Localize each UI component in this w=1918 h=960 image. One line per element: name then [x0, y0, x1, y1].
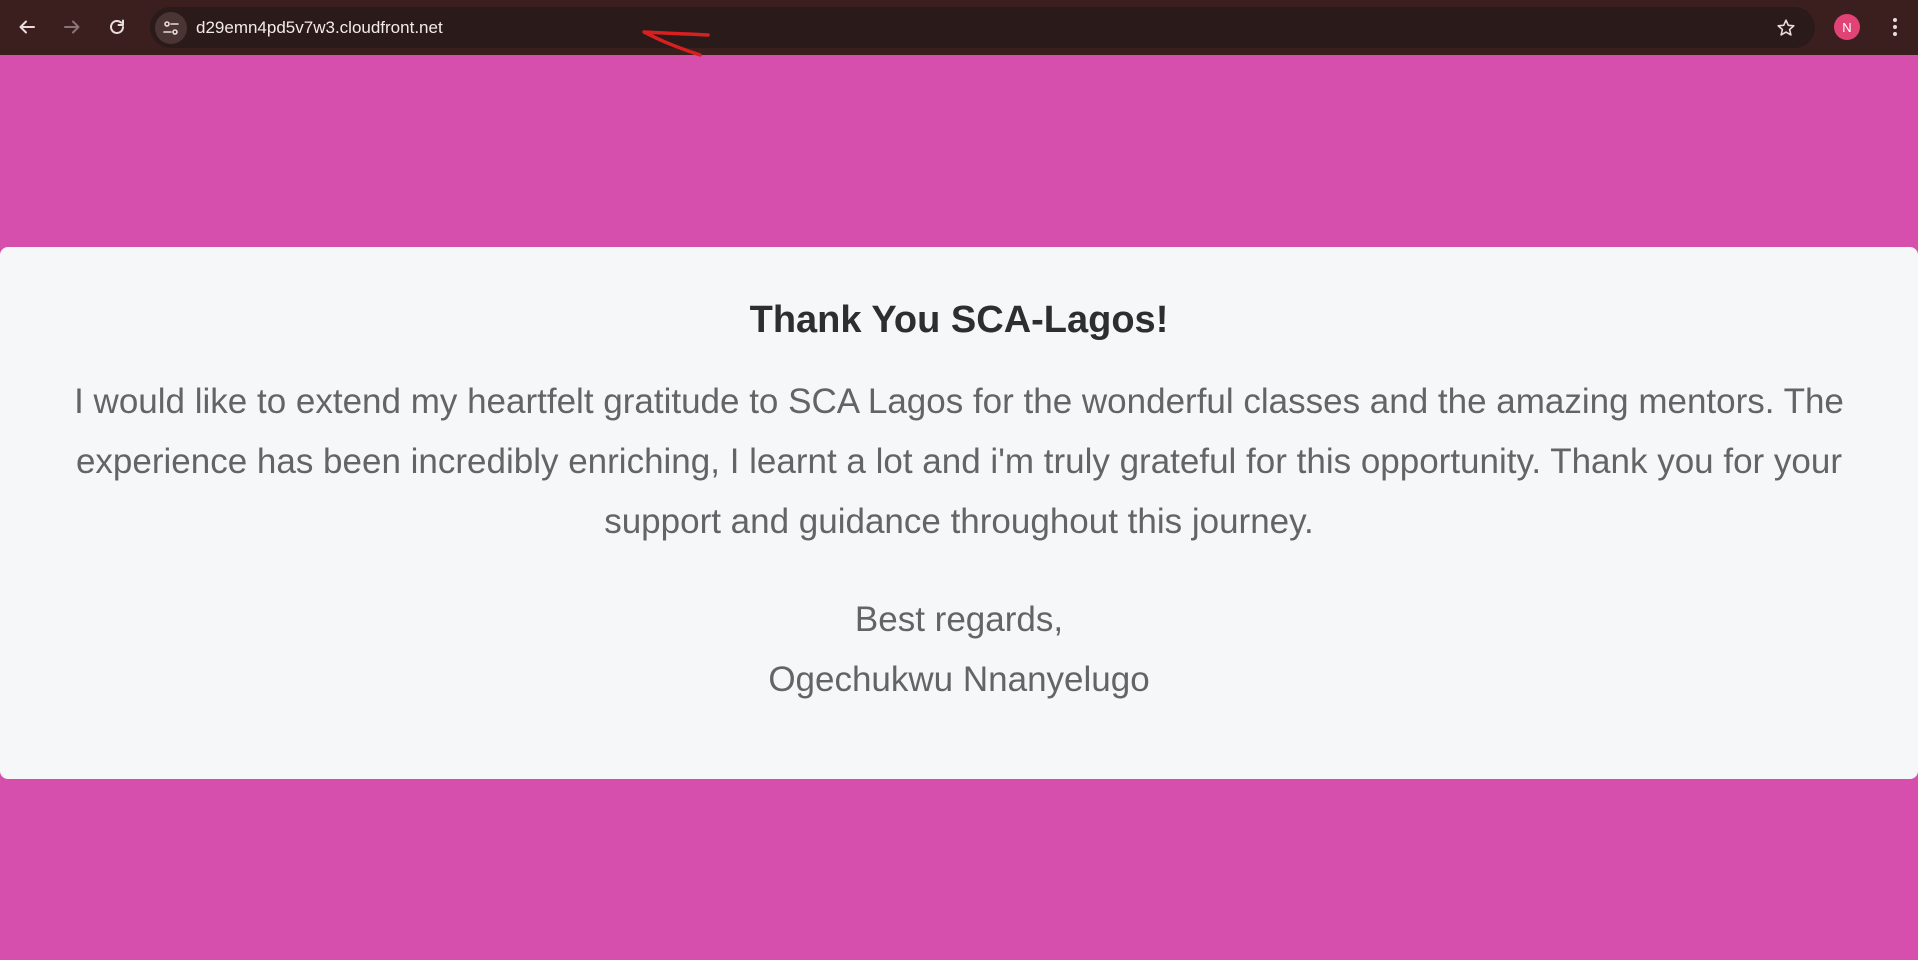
kebab-menu-icon	[1893, 18, 1897, 36]
thank-you-card: Thank You SCA-Lagos! I would like to ext…	[0, 247, 1918, 779]
forward-button[interactable]	[56, 11, 88, 43]
profile-avatar[interactable]: N	[1834, 14, 1860, 40]
reload-icon	[110, 19, 124, 34]
star-icon	[1777, 19, 1795, 36]
gratitude-message: I would like to extend my heartfelt grat…	[74, 382, 1844, 541]
tune-icon	[163, 21, 179, 35]
address-bar[interactable]: d29emn4pd5v7w3.cloudfront.net	[150, 7, 1815, 57]
arrow-left-icon	[19, 20, 35, 34]
bookmark-button[interactable]	[1771, 13, 1801, 43]
browser-toolbar: d29emn4pd5v7w3.cloudfront.net N	[0, 0, 1918, 57]
closing-text: Best regards,	[854, 600, 1064, 639]
red-pen-annotation	[642, 30, 710, 57]
profile-initial: N	[1842, 19, 1852, 35]
browser-menu-button[interactable]	[1880, 12, 1910, 42]
signoff: Best regards, Ogechukwu Nnanyelugo	[40, 590, 1878, 710]
back-button[interactable]	[11, 11, 43, 43]
url-text[interactable]: d29emn4pd5v7w3.cloudfront.net	[196, 18, 443, 38]
reload-button[interactable]	[101, 11, 133, 43]
page-title: Thank You SCA-Lagos!	[749, 299, 1169, 341]
signature-name: Ogechukwu Nnanyelugo	[768, 660, 1150, 699]
site-info-button[interactable]	[155, 12, 187, 44]
arrow-right-icon	[64, 20, 80, 34]
